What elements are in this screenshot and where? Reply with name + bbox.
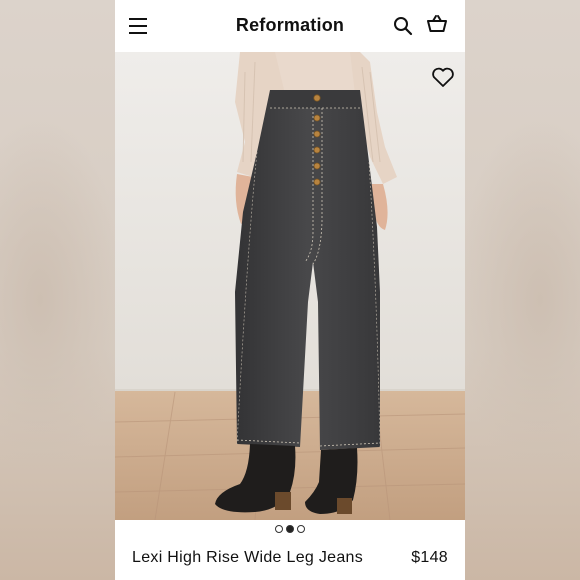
carousel-dot-active[interactable] (286, 525, 294, 533)
product-image[interactable] (115, 52, 465, 520)
shopping-basket-icon[interactable] (426, 14, 448, 36)
product-info: Lexi High Rise Wide Leg Jeans $148 (115, 545, 465, 571)
heart-icon[interactable] (431, 66, 455, 88)
search-icon[interactable] (393, 16, 413, 36)
carousel-dot[interactable] (275, 525, 283, 533)
product-name[interactable]: Lexi High Rise Wide Leg Jeans (132, 549, 363, 567)
app-header: Reformation (115, 0, 465, 52)
carousel-dot[interactable] (297, 525, 305, 533)
app-screen: Reformation Lexi High Rise Wide Leg Jean… (115, 0, 465, 580)
carousel-indicator (115, 525, 465, 535)
product-photo-illustration (115, 52, 465, 520)
product-price: $148 (411, 549, 448, 566)
